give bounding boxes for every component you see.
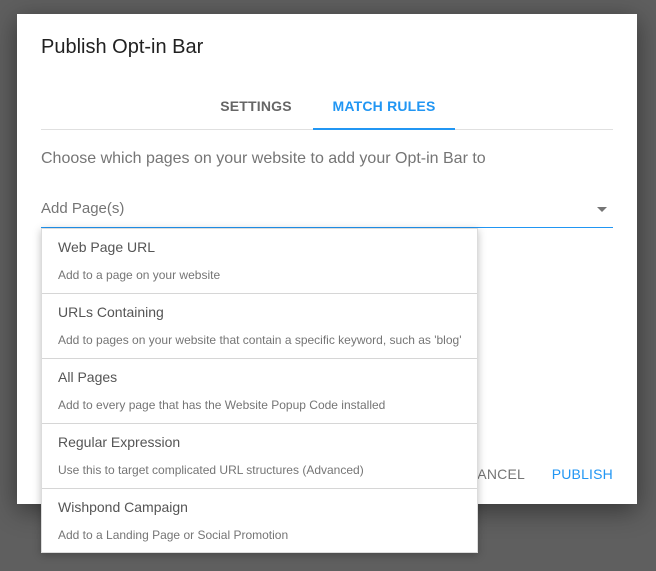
option-description: Add to a page on your website: [58, 268, 221, 282]
option-label: Regular Expression: [58, 434, 181, 450]
add-pages-select[interactable]: Add Page(s): [41, 198, 613, 228]
publish-button[interactable]: PUBLISH: [552, 466, 613, 482]
option-all-pages[interactable]: All Pages Add to every page that has the…: [42, 359, 477, 424]
option-label: URLs Containing: [58, 304, 164, 320]
match-rules-description: Choose which pages on your website to ad…: [41, 150, 486, 167]
option-description: Add to every page that has the Website P…: [58, 398, 386, 412]
option-web-page-url[interactable]: Web Page URL Add to a page on your websi…: [42, 229, 477, 294]
tab-bar: SETTINGS MATCH RULES: [41, 94, 613, 130]
add-pages-placeholder: Add Page(s): [41, 200, 125, 217]
option-label: Web Page URL: [58, 239, 156, 255]
option-label: All Pages: [58, 369, 118, 385]
option-wishpond-campaign[interactable]: Wishpond Campaign Add to a Landing Page …: [42, 489, 477, 554]
dialog-title: Publish Opt-in Bar: [41, 36, 204, 58]
add-pages-dropdown-menu: Web Page URL Add to a page on your websi…: [41, 228, 478, 553]
tab-settings[interactable]: SETTINGS: [191, 94, 321, 130]
option-description: Add to pages on your website that contai…: [58, 333, 462, 347]
option-description: Use this to target complicated URL struc…: [58, 463, 364, 477]
option-urls-containing[interactable]: URLs Containing Add to pages on your web…: [42, 294, 477, 359]
caret-down-icon[interactable]: [597, 207, 607, 212]
tab-match-rules[interactable]: MATCH RULES: [313, 94, 455, 130]
option-regular-expression[interactable]: Regular Expression Use this to target co…: [42, 424, 477, 489]
option-description: Add to a Landing Page or Social Promotio…: [58, 528, 289, 542]
option-label: Wishpond Campaign: [58, 499, 188, 515]
